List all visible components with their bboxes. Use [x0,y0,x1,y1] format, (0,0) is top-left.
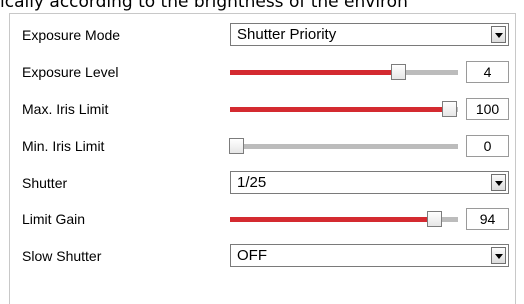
shutter-label: Shutter [22,175,68,191]
limit-gain-slider[interactable] [230,207,458,231]
exposure-mode-label: Exposure Mode [22,27,121,43]
min-iris-limit-value[interactable]: 0 [466,135,509,157]
min-iris-limit-slider[interactable] [228,134,458,158]
exposure-mode-value: Shutter Priority [237,26,337,43]
max-iris-limit-row: Max. Iris Limit 100 [10,91,515,127]
exposure-level-row: Exposure Level 4 [10,54,515,90]
slider-thumb[interactable] [390,64,406,80]
limit-gain-value[interactable]: 94 [466,208,509,230]
slider-fill [230,107,451,112]
slider-fill [230,217,436,222]
chevron-down-icon[interactable] [491,26,506,43]
exposure-settings-panel: Exposure Mode Shutter Priority Exposure … [9,13,516,304]
limit-gain-row: Limit Gain 94 [10,201,515,237]
slow-shutter-row: Slow Shutter OFF [10,238,515,274]
exposure-level-value[interactable]: 4 [466,61,509,83]
slider-fill [230,70,399,75]
slider-thumb[interactable] [228,138,244,154]
max-iris-limit-slider[interactable] [230,97,458,121]
chevron-down-icon[interactable] [491,247,506,264]
exposure-mode-row: Exposure Mode Shutter Priority [10,17,515,53]
slider-thumb[interactable] [427,211,443,227]
shutter-select[interactable]: 1/25 [230,171,509,194]
slider-track[interactable] [230,144,458,149]
exposure-level-label: Exposure Level [22,64,119,80]
slow-shutter-label: Slow Shutter [22,248,102,264]
max-iris-limit-value[interactable]: 100 [466,98,509,120]
min-iris-limit-row: Min. Iris Limit 0 [10,128,515,164]
slow-shutter-value: OFF [237,247,267,264]
slider-thumb[interactable] [442,101,458,117]
shutter-row: Shutter 1/25 [10,165,515,201]
max-iris-limit-label: Max. Iris Limit [22,101,109,117]
exposure-mode-select[interactable]: Shutter Priority [230,23,509,46]
background-document-text: ically according to the brightness of th… [0,0,408,12]
shutter-value: 1/25 [237,174,267,191]
slow-shutter-select[interactable]: OFF [230,244,509,267]
chevron-down-icon[interactable] [491,174,506,191]
exposure-level-slider[interactable] [230,60,458,84]
limit-gain-label: Limit Gain [22,211,86,227]
min-iris-limit-label: Min. Iris Limit [22,138,105,154]
